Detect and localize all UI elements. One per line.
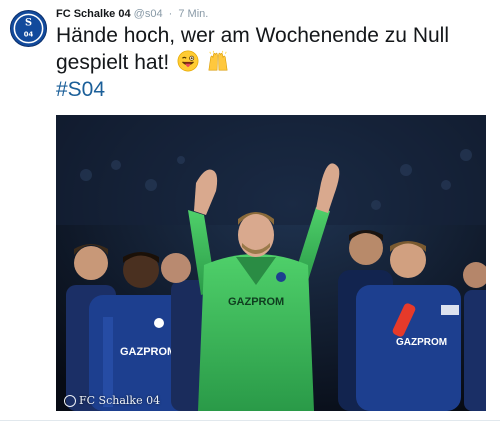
winking-face-with-tongue-icon: [177, 50, 199, 72]
tweet-header: FC Schalke 04 @s04 · 7 Min.: [56, 7, 208, 21]
svg-text:04: 04: [24, 30, 34, 38]
tweet-timestamp[interactable]: 7 Min.: [178, 8, 208, 20]
schalke-logo-icon: S 04: [9, 9, 48, 48]
display-name[interactable]: FC Schalke 04: [56, 8, 131, 20]
photo-scene: GAZPROM GAZPROM GAZPROM: [56, 115, 486, 411]
tweet-text: Hände hoch, wer am Wochenende zu Null ge…: [56, 22, 476, 103]
sponsor-text-right: GAZPROM: [396, 337, 447, 348]
watermark-logo-icon: [64, 394, 76, 407]
photo-watermark: FC Schalke 04: [64, 394, 160, 407]
tweet: S 04 FC Schalke 04 @s04 · 7 Min. Hände h…: [0, 0, 500, 421]
watermark-text: FC Schalke 04: [79, 394, 161, 407]
avatar[interactable]: S 04: [9, 9, 48, 48]
tweet-body: Hände hoch, wer am Wochenende zu Null ge…: [56, 24, 450, 74]
user-handle[interactable]: @s04: [134, 8, 163, 20]
sponsor-text-keeper: GAZPROM: [228, 296, 284, 308]
raising-hands-icon: [208, 50, 228, 71]
tweet-photo[interactable]: GAZPROM GAZPROM GAZPROM FC Schalke 04: [56, 115, 486, 411]
hashtag-link[interactable]: #S04: [56, 78, 105, 101]
meta-separator: ·: [168, 8, 173, 20]
sponsor-text-left: GAZPROM: [120, 346, 176, 358]
svg-text:S: S: [25, 18, 32, 29]
